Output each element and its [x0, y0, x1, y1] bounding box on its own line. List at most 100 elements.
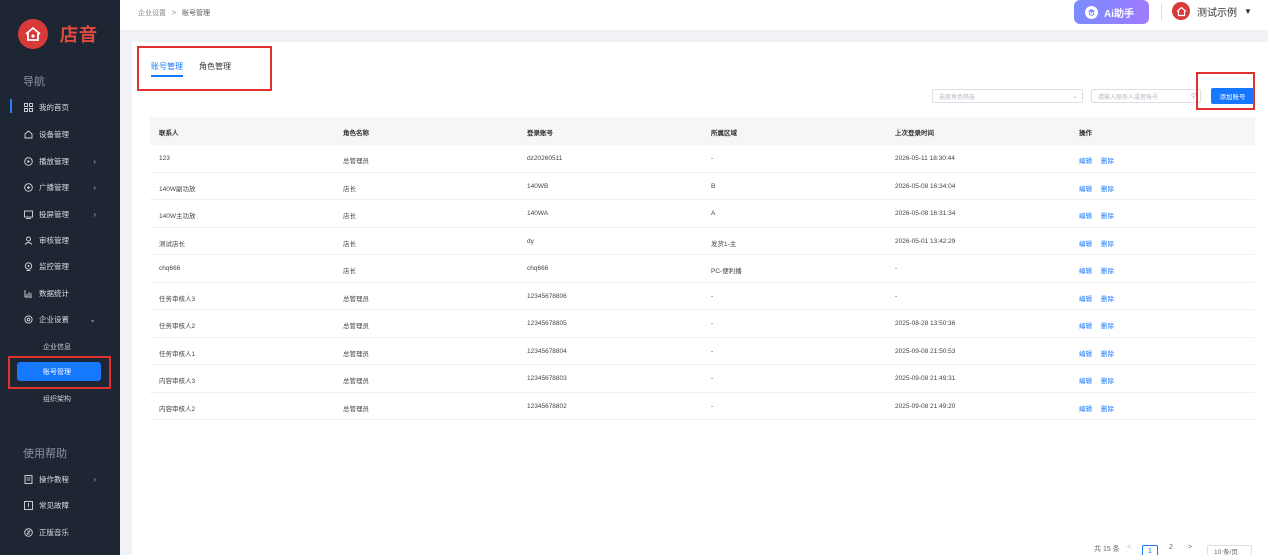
edit-link[interactable]: 编辑 — [1079, 293, 1092, 303]
page-size-select[interactable]: 10 条/页 — [1207, 545, 1252, 555]
edit-link[interactable]: 编辑 — [1079, 155, 1092, 165]
sidebar-item-playback[interactable]: 播放管理 › — [0, 151, 120, 171]
cell-role: 总管理员 — [343, 350, 369, 358]
sidebar-subitem-org-structure[interactable]: 组织架构 — [0, 394, 120, 404]
column-header: 上次登录时间 — [895, 130, 934, 137]
sidebar-item-statistics[interactable]: 数据统计 — [0, 283, 120, 303]
sidebar-item-broadcast[interactable]: 广播管理 › — [0, 177, 120, 197]
help-heading: 使用帮助 — [23, 448, 67, 460]
delete-link[interactable]: 删除 — [1101, 265, 1114, 275]
sidebar-item-faults[interactable]: 常见故障 — [0, 495, 120, 515]
edit-link[interactable]: 编辑 — [1079, 210, 1092, 220]
cell-role: 总管理员 — [343, 158, 369, 165]
ai-assistant-button[interactable]: Ai助手 — [1074, 0, 1149, 24]
table-row: 123 总管理员 dz20260511 - 2026-05-11 18:30:4… — [150, 145, 1255, 173]
settings-icon — [24, 314, 33, 324]
delete-link[interactable]: 删除 — [1101, 293, 1114, 303]
table-row: 内容审核人2 总管理员 12345678802 - 2025-09-08 21:… — [150, 393, 1255, 420]
device-icon — [24, 129, 33, 139]
sidebar-item-label: 审核管理 — [39, 235, 69, 245]
edit-link[interactable]: 编辑 — [1079, 183, 1092, 193]
sidebar-item-screen-cast[interactable]: 投屏管理 › — [0, 204, 120, 224]
delete-link[interactable]: 删除 — [1101, 155, 1114, 165]
cell-contact: 140W副功放 — [159, 185, 196, 193]
top-bar: 企业设置 > 账号管理 Ai助手 测试示例 ▼ — [120, 0, 1268, 30]
delete-link[interactable]: 删除 — [1101, 403, 1114, 413]
sidebar-item-music[interactable]: 正版音乐 — [0, 522, 120, 542]
table-header: 联系人 角色名称 登录账号 所属区域 上次登录时间 操作 — [150, 117, 1255, 145]
table-row: chq666 店长 chq666 PC-便利播 - 编辑 删除 — [150, 255, 1255, 283]
user-menu[interactable]: 测试示例 ▼ — [1172, 2, 1252, 20]
cell-region: B — [711, 182, 716, 190]
cell-last-login: 2025-09-08 21:49:31 — [895, 375, 956, 382]
cell-last-login: 2025-09-08 21:50:53 — [895, 347, 956, 355]
cell-contact: chq666 — [159, 265, 181, 272]
chevron-right-icon: › — [93, 474, 96, 484]
delete-link[interactable]: 删除 — [1101, 320, 1114, 330]
monitor-icon — [24, 261, 33, 271]
pagination-next[interactable]: > — [1188, 544, 1192, 551]
pagination-page[interactable]: 2 — [1169, 544, 1173, 551]
user-name: 测试示例 — [1197, 7, 1237, 19]
breadcrumb-parent[interactable]: 企业设置 — [138, 10, 166, 17]
delete-link[interactable]: 删除 — [1101, 183, 1114, 193]
edit-link[interactable]: 编辑 — [1079, 238, 1092, 248]
edit-link[interactable]: 编辑 — [1079, 265, 1092, 275]
tab-account-management[interactable]: 账号管理 — [151, 61, 183, 72]
sidebar-item-label: 操作教程 — [39, 474, 69, 484]
table-row: 任务审核人3 总管理员 12345678806 - - 编辑 删除 — [150, 283, 1255, 310]
add-account-button[interactable]: 添加账号 — [1211, 88, 1254, 104]
edit-link[interactable]: 编辑 — [1079, 403, 1092, 413]
role-filter-select[interactable]: 选择角色筛选 ⌄ — [932, 89, 1083, 103]
sidebar-subitem-account-management[interactable]: 账号管理 — [17, 362, 101, 381]
brand-logo[interactable]: 店音 — [18, 19, 98, 49]
edit-link[interactable]: 编辑 — [1079, 375, 1092, 385]
sidebar-item-home[interactable]: 我的首页 — [0, 97, 120, 117]
sidebar-item-tutorial[interactable]: 操作教程 › — [0, 469, 120, 489]
sidebar-subitem-enterprise-info[interactable]: 企业信息 — [0, 342, 120, 352]
sidebar-item-monitor[interactable]: 监控管理 — [0, 256, 120, 276]
sidebar-item-label: 监控管理 — [39, 261, 69, 271]
cell-last-login: - — [895, 265, 898, 272]
cell-region: - — [711, 155, 714, 162]
cell-last-login: 2026-05-08 16:31:34 — [895, 210, 956, 217]
column-header: 联系人 — [159, 130, 179, 137]
cell-contact: 内容审核人3 — [159, 378, 196, 385]
cell-account: 12345678802 — [527, 402, 567, 410]
cell-role: 店长 — [343, 240, 356, 248]
avatar — [1172, 2, 1190, 20]
table-row: 任务审核人2 总管理员 12345678805 - 2025-08-28 13:… — [150, 310, 1255, 338]
music-icon — [24, 527, 33, 537]
sidebar-item-devices[interactable]: 设备管理 — [0, 124, 120, 144]
column-header: 登录账号 — [527, 130, 553, 137]
cell-last-login: 2026-05-08 16:34:04 — [895, 182, 956, 190]
chevron-right-icon: › — [93, 156, 96, 166]
fault-icon — [24, 500, 33, 510]
tab-role-management[interactable]: 角色管理 — [199, 61, 231, 72]
sidebar-item-audit[interactable]: 审核管理 — [0, 230, 120, 250]
delete-link[interactable]: 删除 — [1101, 375, 1114, 385]
edit-link[interactable]: 编辑 — [1079, 320, 1092, 330]
cell-role: 总管理员 — [343, 378, 369, 385]
delete-link[interactable]: 删除 — [1101, 238, 1114, 248]
content-card: 账号管理 角色管理 选择角色筛选 ⌄ 请输入联系人或者账号 ⚲ 添加账号 联系人… — [132, 42, 1268, 555]
cell-account: dz20260511 — [527, 155, 563, 162]
role-filter-placeholder: 选择角色筛选 — [939, 94, 976, 101]
cell-account: chq666 — [527, 265, 549, 272]
pagination-prev[interactable]: < — [1127, 544, 1131, 551]
delete-link[interactable]: 删除 — [1101, 210, 1114, 220]
cell-region: - — [711, 347, 714, 355]
delete-link[interactable]: 删除 — [1101, 348, 1114, 358]
grid-icon — [24, 102, 33, 112]
sidebar-item-enterprise-settings[interactable]: 企业设置 ⌄ — [0, 309, 120, 329]
pagination-page-current[interactable]: 1 — [1142, 545, 1158, 555]
sidebar-item-label: 投屏管理 — [39, 209, 69, 219]
cell-region: - — [711, 292, 714, 300]
edit-link[interactable]: 编辑 — [1079, 348, 1092, 358]
cell-account: 12345678806 — [527, 292, 567, 300]
chevron-right-icon: › — [93, 209, 96, 219]
broadcast-icon — [24, 182, 33, 192]
search-input[interactable]: 请输入联系人或者账号 ⚲ — [1091, 89, 1201, 103]
table-row: 任务审核人1 总管理员 12345678804 - 2025-09-08 21:… — [150, 338, 1255, 365]
cell-region: A — [711, 210, 716, 217]
